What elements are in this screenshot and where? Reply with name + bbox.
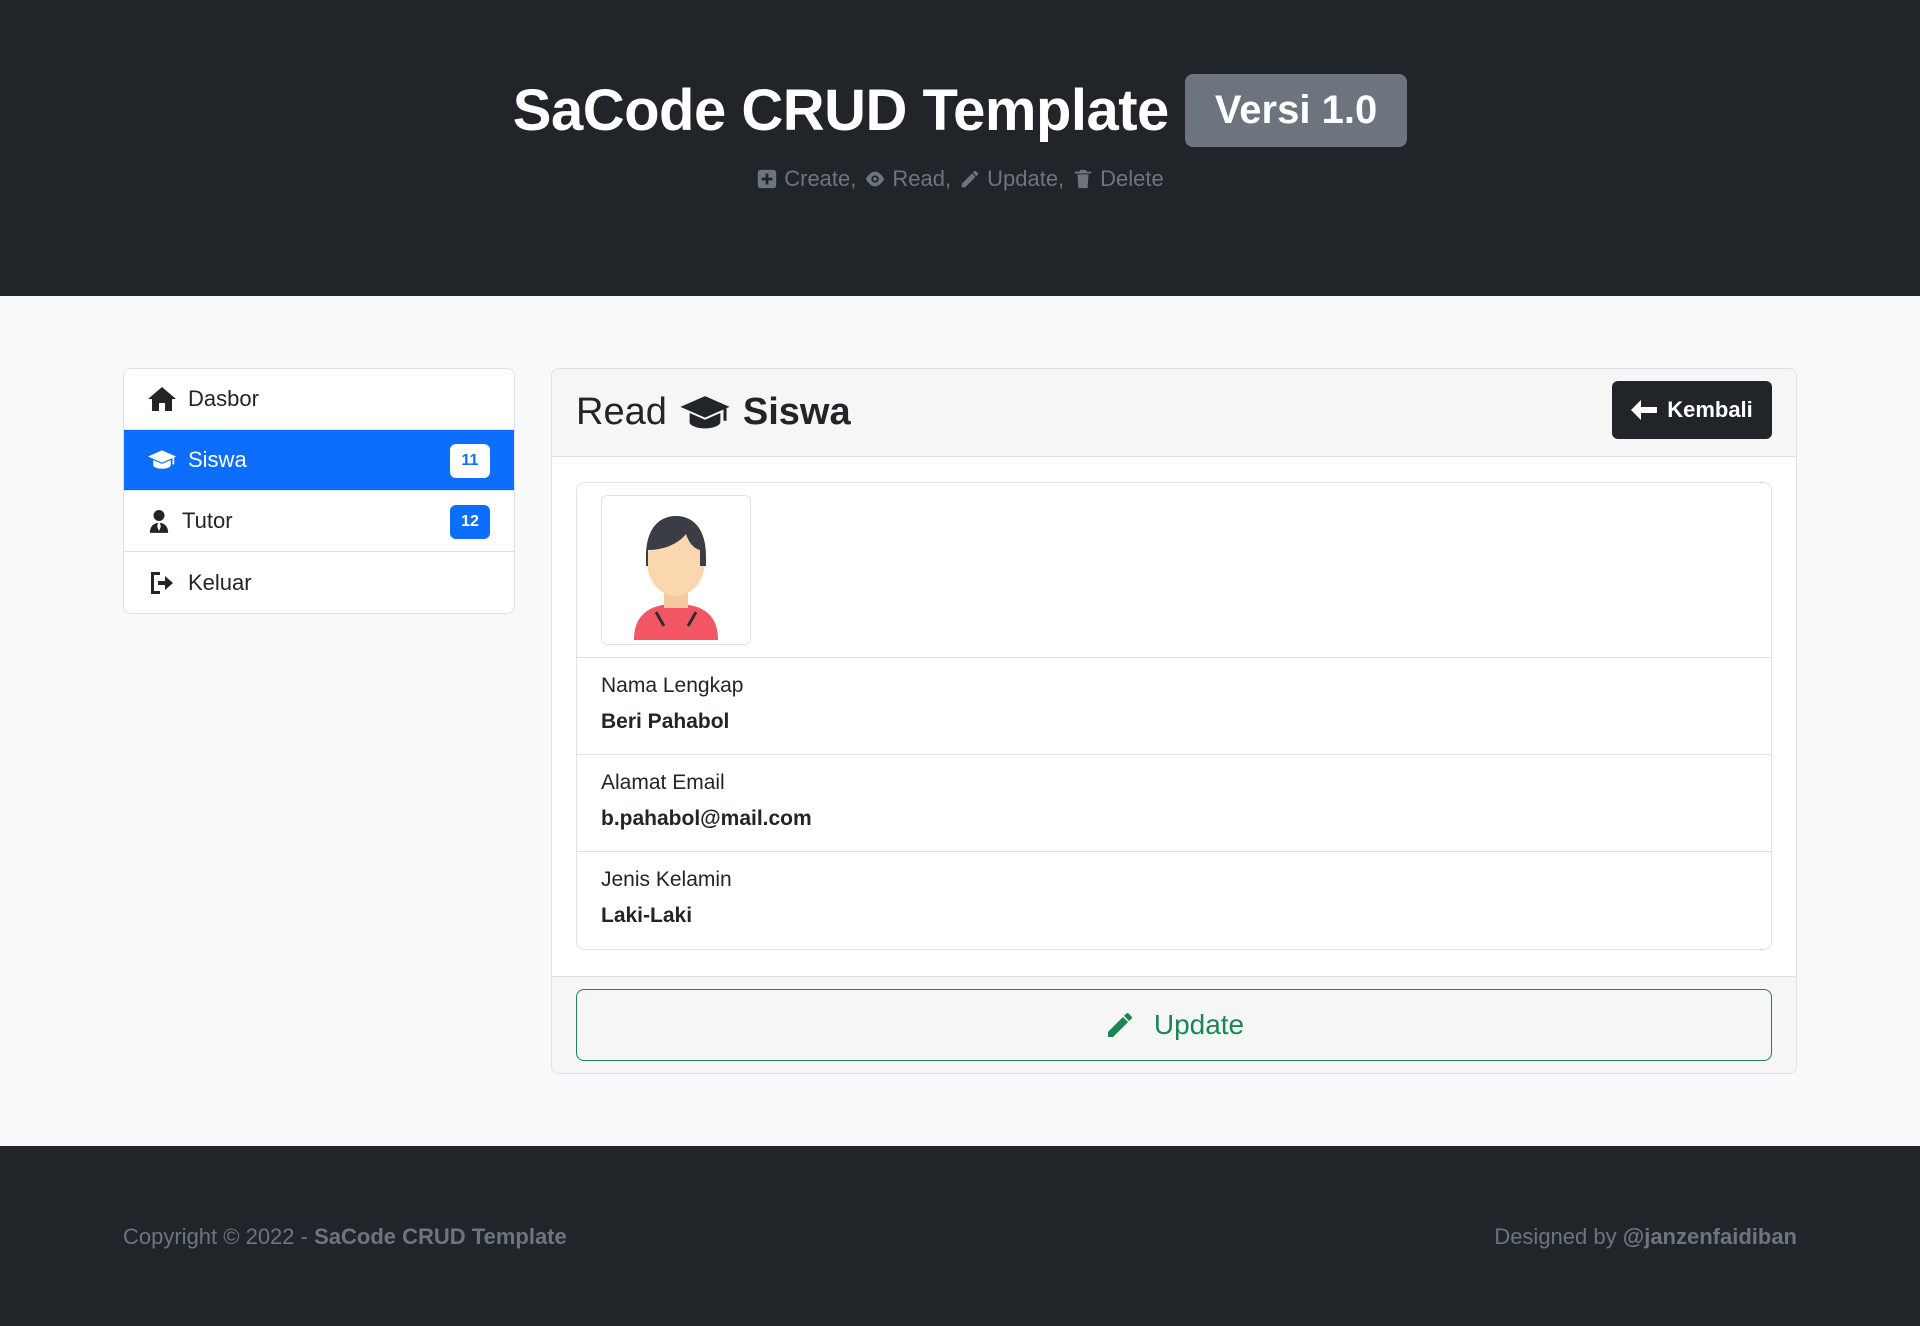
- op-delete: Delete: [1072, 166, 1164, 192]
- copyright-prefix: Copyright © 2022 -: [123, 1224, 308, 1249]
- op-read-label: Read,: [892, 166, 952, 191]
- back-button[interactable]: Kembali: [1612, 381, 1772, 439]
- count-badge: 12: [450, 505, 490, 539]
- student-avatar-icon: [634, 516, 718, 640]
- designer-link[interactable]: @janzenfaidiban: [1623, 1224, 1797, 1249]
- trash-icon: [1074, 169, 1092, 189]
- field-value: Beri Pahabol: [601, 710, 730, 733]
- sidebar-item-dasbor[interactable]: Dasbor: [124, 369, 514, 430]
- back-button-label: Kembali: [1667, 397, 1753, 422]
- op-update-label: Update,: [987, 166, 1065, 191]
- home-icon: [148, 387, 176, 411]
- page-title: SaCode CRUD Template: [512, 78, 1170, 143]
- field-value: Laki-Laki: [601, 904, 693, 927]
- sidebar-nav: Dasbor Siswa 11 Tutor 12 Keluar: [123, 368, 515, 614]
- sidebar-item-label: Dasbor: [188, 386, 259, 411]
- avatar: [601, 495, 751, 645]
- op-delete-label: Delete: [1100, 166, 1164, 191]
- card-body: Nama Lengkap Beri Pahabol Alamat Email b…: [576, 482, 1772, 950]
- sidebar-item-label: Keluar: [188, 569, 252, 595]
- sidebar-item-keluar[interactable]: Keluar: [124, 552, 514, 613]
- op-create-label: Create,: [784, 166, 857, 191]
- copyright-text: Copyright © 2022 - SaCode CRUD Template: [123, 1224, 567, 1250]
- pencil-icon: [961, 170, 979, 188]
- pencil-icon: [1107, 1013, 1132, 1037]
- detail-list: Nama Lengkap Beri Pahabol Alamat Email b…: [576, 482, 1772, 950]
- card-header: Read Siswa Kembali: [552, 369, 1796, 457]
- card-title-main: Siswa: [742, 391, 851, 433]
- op-create: Create,: [756, 166, 856, 192]
- sign-out-icon: [151, 571, 173, 594]
- plus-square-icon: [758, 169, 777, 189]
- sidebar-item-siswa[interactable]: Siswa 11: [124, 430, 514, 491]
- card-footer: Update: [552, 976, 1796, 1073]
- graduation-cap-icon: [680, 395, 730, 428]
- arrow-left-icon: [1631, 400, 1658, 420]
- field-alamat-email: Alamat Email b.pahabol@mail.com: [577, 755, 1771, 852]
- field-nama-lengkap: Nama Lengkap Beri Pahabol: [577, 658, 1771, 755]
- update-button-label: Update: [1153, 1009, 1245, 1040]
- sidebar-item-tutor[interactable]: Tutor 12: [124, 491, 514, 552]
- field-jenis-kelamin: Jenis Kelamin Laki-Laki: [577, 852, 1771, 949]
- user-tie-icon: [149, 510, 169, 533]
- page-footer: Copyright © 2022 - SaCode CRUD Template …: [0, 1146, 1920, 1326]
- sidebar-item-label: Siswa: [188, 447, 247, 472]
- field-label: Jenis Kelamin: [601, 868, 732, 891]
- field-label: Alamat Email: [601, 771, 725, 794]
- card-title-prefix: Read: [576, 391, 667, 433]
- eye-icon: [866, 171, 885, 187]
- designed-prefix: Designed by: [1494, 1224, 1617, 1249]
- title-row: SaCode CRUD Template Versi 1.0: [0, 74, 1920, 147]
- field-value: b.pahabol@mail.com: [601, 807, 812, 830]
- copyright-brand: SaCode CRUD Template: [314, 1224, 567, 1249]
- op-read: Read,: [864, 166, 951, 192]
- graduation-cap-icon: [148, 450, 176, 469]
- avatar-row: [577, 483, 1771, 658]
- sidebar-item-label: Tutor: [182, 508, 233, 533]
- designed-by-text: Designed by @janzenfaidiban: [1494, 1224, 1797, 1250]
- page-header: SaCode CRUD Template Versi 1.0 Create, R…: [0, 0, 1920, 296]
- count-badge: 11: [450, 444, 490, 478]
- crud-subtitle: Create, Read, Update, Delete: [0, 166, 1920, 192]
- update-button[interactable]: Update: [576, 989, 1772, 1061]
- detail-card: Read Siswa Kembali Nama Lengkap Beri Pah…: [551, 368, 1797, 1074]
- field-label: Nama Lengkap: [601, 674, 744, 697]
- card-title: Read Siswa: [576, 391, 851, 434]
- op-update: Update,: [959, 166, 1064, 192]
- version-badge: Versi 1.0: [1184, 74, 1408, 147]
